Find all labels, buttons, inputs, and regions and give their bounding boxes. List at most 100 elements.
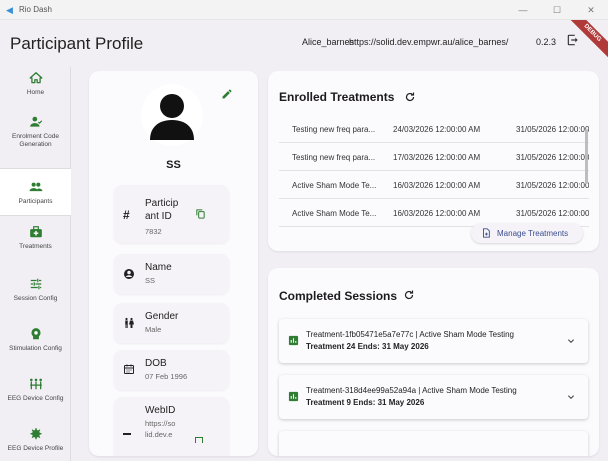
sidebar-item-label: EEG Device Config [7, 395, 64, 402]
chevron-down-icon[interactable] [567, 337, 575, 345]
completed-sessions-card: Completed Sessions Treatment-1fb05471e5a… [268, 268, 599, 456]
treatment-end: 31/05/2026 12:00:00 . [516, 181, 589, 190]
participant-profile-card: SS # Particip ant ID 7832 Name SS Gender… [89, 71, 258, 456]
link-icon [123, 433, 131, 435]
sidebar-divider [0, 215, 71, 216]
session-title: Treatment-1fb05471e5a7e77c | Active Sham… [306, 330, 514, 339]
field-label: WebID [145, 405, 176, 416]
pod-url: https://solid.dev.empwr.au/alice_barnes/ [349, 37, 509, 47]
sidebar-item-label: Treatments [19, 243, 52, 250]
settings-icon [29, 428, 42, 440]
treatment-end: 31/05/2026 12:00:00 . [516, 153, 589, 162]
table-row[interactable]: Testing new freq para... 24/03/2026 12:0… [279, 115, 589, 143]
treatment-end: 31/05/2026 12:00:00 . [516, 209, 589, 218]
sidebar-item-participants[interactable]: Participants [0, 169, 71, 215]
app-version: 0.2.3 [536, 37, 557, 47]
enrolled-treatments-card: Enrolled Treatments Testing new freq par… [268, 71, 599, 251]
sidebar-item-label: Session Config [13, 295, 58, 302]
edit-icon[interactable] [221, 88, 233, 100]
logout-icon[interactable] [566, 33, 580, 47]
session-item[interactable] [279, 431, 588, 456]
treatment-name: Active Sham Mode Te... [292, 181, 377, 190]
name-value: SS [145, 276, 156, 285]
sidebar-item-label: EEG Device Profile [7, 445, 64, 452]
session-item[interactable]: Treatment-318d4ee99a52a94a | Active Sham… [279, 375, 588, 419]
treatment-start: 16/03/2026 12:00:00 AM [393, 209, 481, 218]
field-label: ant ID [145, 211, 172, 222]
sidebar-item-eeg-device-config[interactable]: EEG Device Config [0, 377, 71, 417]
field-label: Particip [145, 198, 179, 209]
table-row[interactable]: Active Sham Mode Te... 16/03/2026 12:00:… [279, 171, 589, 199]
treatment-name: Active Sham Mode Te... [292, 209, 377, 218]
sidebar-item-home[interactable]: Home [0, 71, 71, 111]
sidebar-item-stimulation-config[interactable]: Stimulation Config [0, 327, 71, 367]
stimulation-icon [30, 328, 41, 340]
webid-field: WebID https://so lid.dev.e [114, 397, 229, 456]
copy-icon[interactable] [195, 437, 203, 443]
calendar-icon [124, 364, 134, 374]
sidebar-item-enrolment-code[interactable]: Enrolment Code Generation [0, 115, 71, 163]
current-user: Alice_barnes [302, 37, 355, 47]
group-icon [29, 182, 42, 192]
gender-field: Gender Male [114, 303, 229, 343]
copy-icon[interactable] [195, 208, 206, 219]
manage-treatments-label: Manage Treatments [497, 228, 569, 238]
sidebar-item-treatments[interactable]: Treatments [0, 225, 71, 265]
app-logo-icon: ◀ [6, 4, 13, 15]
maximize-button[interactable]: ☐ [540, 0, 574, 20]
table-scrollbar[interactable] [585, 129, 588, 184]
add-document-icon [483, 228, 490, 238]
treatment-name: Testing new freq para... [292, 153, 376, 162]
refresh-icon[interactable] [404, 91, 416, 103]
hash-icon: # [123, 208, 130, 222]
person-silhouette-icon [150, 94, 194, 140]
dob-field: DOB 07 Feb 1996 [114, 350, 229, 390]
window-controls: — ☐ ✕ [506, 0, 608, 20]
chart-icon [288, 391, 299, 402]
webid-value-line: https://so [145, 419, 176, 428]
sidebar-item-label: Enrolment Code Generation [12, 133, 59, 148]
refresh-icon[interactable] [403, 289, 415, 301]
field-label: Gender [145, 311, 179, 322]
gender-value: Male [145, 325, 162, 334]
account-circle-icon [124, 269, 134, 279]
device-hub-icon [29, 378, 42, 390]
participant-id-value: 7832 [145, 227, 162, 236]
sidebar-item-label: Participants [18, 198, 53, 205]
webid-value-line: lid.dev.e [145, 430, 173, 439]
name-field: Name SS [114, 254, 229, 294]
section-title: Completed Sessions [279, 289, 398, 303]
treatment-start: 24/03/2026 12:00:00 AM [393, 125, 481, 134]
page-title: Participant Profile [10, 33, 144, 53]
medical-kit-icon [29, 226, 42, 238]
session-subtitle: Treatment 24 Ends: 31 May 2026 [306, 342, 429, 351]
sidebar-item-label: Stimulation Config [9, 345, 62, 352]
participant-name: SS [166, 159, 181, 171]
home-icon [29, 72, 42, 84]
field-label: DOB [145, 358, 167, 369]
app-name: Rio Dash [19, 5, 52, 14]
sidebar-item-session-config[interactable]: Session Config [0, 277, 71, 317]
window-titlebar: ◀ Rio Dash — ☐ ✕ [0, 0, 608, 20]
treatment-start: 17/03/2026 12:00:00 AM [393, 153, 481, 162]
table-row[interactable]: Testing new freq para... 17/03/2026 12:0… [279, 143, 589, 171]
section-title: Enrolled Treatments [279, 90, 395, 104]
session-subtitle: Treatment 9 Ends: 31 May 2026 [306, 398, 425, 407]
participant-id-field: # Particip ant ID 7832 [114, 185, 229, 243]
treatment-start: 16/03/2026 12:00:00 AM [393, 181, 481, 190]
minimize-button[interactable]: — [506, 0, 540, 20]
sidebar-item-label: Home [26, 89, 45, 96]
manage-treatments-button[interactable]: Manage Treatments [471, 223, 583, 243]
close-button[interactable]: ✕ [574, 0, 608, 20]
sidebar-nav: Home Enrolment Code Generation Participa… [0, 67, 71, 461]
app-bar: Participant Profile Alice_barnes https:/… [0, 20, 608, 67]
tune-icon [30, 278, 41, 290]
session-item[interactable]: Treatment-1fb05471e5a7e77c | Active Sham… [279, 319, 588, 363]
field-label: Name [145, 262, 172, 273]
sidebar-item-eeg-device-profile[interactable]: EEG Device Profile [0, 427, 71, 461]
wc-icon [125, 317, 134, 328]
treatment-name: Testing new freq para... [292, 125, 376, 134]
chevron-down-icon[interactable] [567, 393, 575, 401]
treatment-end: 31/05/2026 12:00:00 . [516, 125, 589, 134]
chart-icon [288, 335, 299, 346]
